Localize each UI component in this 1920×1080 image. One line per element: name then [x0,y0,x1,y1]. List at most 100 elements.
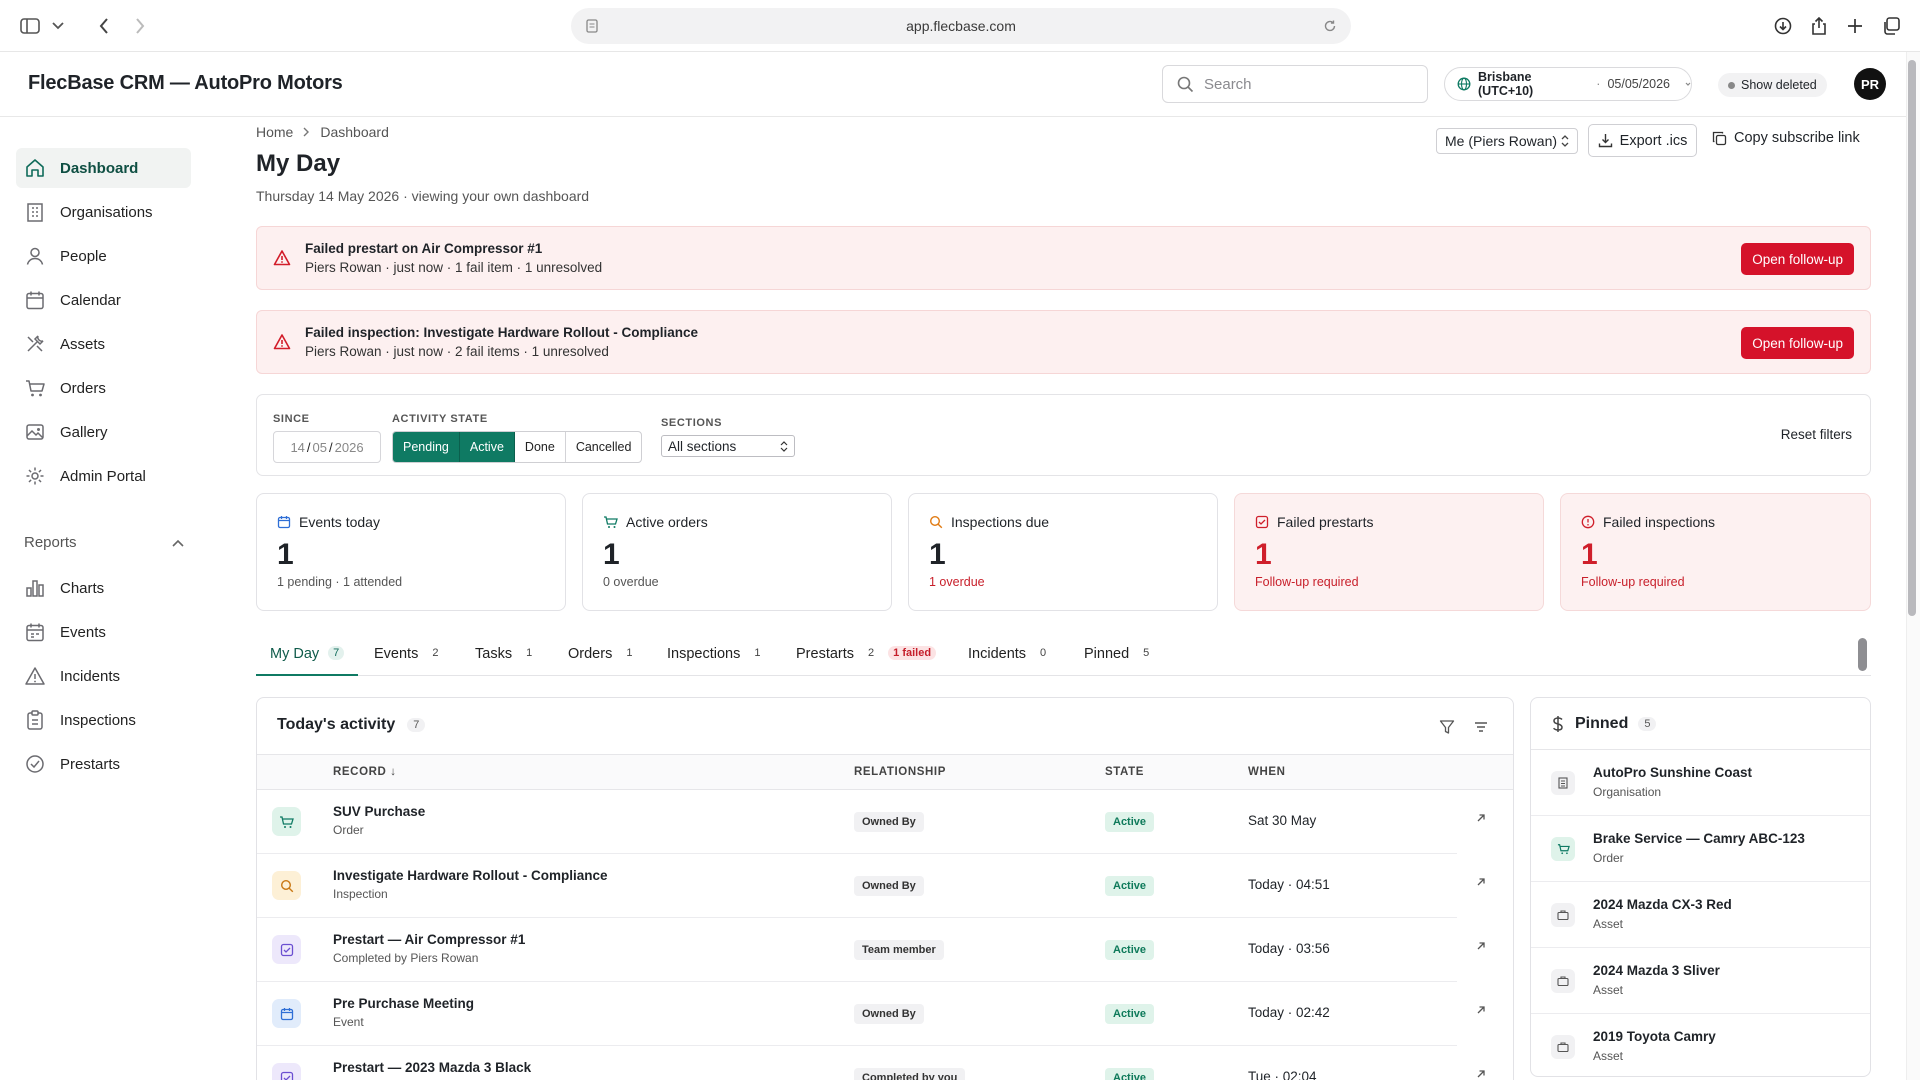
sidebar-item-admin-portal[interactable]: Admin Portal [16,456,191,496]
reports-section-toggle[interactable]: Reports [24,534,184,551]
table-row[interactable]: Pre Purchase Meeting Event Owned By Acti… [257,982,1457,1046]
warning-icon [273,249,291,267]
sidebar-item-people[interactable]: People [16,236,191,276]
since-date-input[interactable]: 14/05/2026 [273,431,381,463]
sidebar-item-charts[interactable]: Charts [16,568,191,608]
open-follow-up-button[interactable]: Open follow-up [1741,327,1854,359]
sidebar-item-inspections[interactable]: Inspections [16,700,191,740]
table-row[interactable]: Investigate Hardware Rollout - Complianc… [257,854,1457,918]
sidebar-item-assets[interactable]: Assets [16,324,191,364]
list-item[interactable]: 2019 Toyota Camry Asset [1531,1014,1870,1076]
stat-value: 1 [603,538,620,571]
col-relationship[interactable]: RELATIONSHIP [854,766,946,778]
list-item[interactable]: Brake Service — Camry ABC-123 Order [1531,816,1870,882]
tab-incidents[interactable]: Incidents 0 [968,636,1051,676]
stat-card-failed-inspections[interactable]: Failed inspections 1 Follow-up required [1560,493,1871,611]
chevron-down-icon[interactable] [50,12,66,40]
table-row[interactable]: Prestart — 2023 Mazda 3 Black Completed … [257,1046,1457,1080]
state-pending-button[interactable]: Pending [393,432,460,462]
stat-value: 1 [1255,538,1272,571]
avatar[interactable]: PR [1854,68,1886,100]
row-when: Today · 03:56 [1248,941,1330,956]
tab-tasks[interactable]: Tasks 1 [475,636,537,676]
alert-detail: Piers Rowan · just now · 2 fail items · … [305,344,609,359]
relationship-badge: Team member [854,940,944,960]
sidebar-item-incidents[interactable]: Incidents [16,656,191,696]
sidebar-item-prestarts[interactable]: Prestarts [16,744,191,784]
row-sub: Inspection [333,887,388,901]
tab-inspections[interactable]: Inspections 1 [667,636,765,676]
tab-my-day[interactable]: My Day 7 [256,636,359,676]
stat-card-active-orders[interactable]: Active orders 1 0 overdue [582,493,892,611]
sidebar-item-label: Organisations [60,203,153,221]
sidebar-item-events[interactable]: Events [16,612,191,652]
tab-prestarts[interactable]: Prestarts 2 1 failed [796,636,937,676]
sidebar-item-calendar[interactable]: Calendar [16,280,191,320]
table-row[interactable]: SUV Purchase Order Owned By Active Sat 3… [257,790,1457,854]
stat-card-failed-prestarts[interactable]: Failed prestarts 1 Follow-up required [1234,493,1544,611]
user-select[interactable]: Me (Piers Rowan) [1436,128,1578,154]
reload-icon[interactable] [1323,19,1337,33]
sidebar-item-gallery[interactable]: Gallery [16,412,191,452]
row-title: Pre Purchase Meeting [333,996,475,1011]
show-deleted-toggle[interactable]: Show deleted [1718,73,1827,97]
open-external-icon[interactable] [1476,1069,1486,1079]
reset-filters-button[interactable]: Reset filters [1781,427,1852,442]
row-when: Today · 04:51 [1248,877,1330,892]
stat-sub: 1 pending · 1 attended [277,575,403,589]
sidebar-item-dashboard[interactable]: Dashboard [16,148,191,188]
sidebar-item-organisations[interactable]: Organisations [16,192,191,232]
url-bar[interactable]: app.flecbase.com [571,8,1351,44]
open-external-icon[interactable] [1476,877,1486,887]
back-icon[interactable] [94,12,114,40]
sidebar-item-label: Inspections [60,711,136,729]
sections-select[interactable]: All sections [661,435,795,457]
forward-icon[interactable] [130,12,150,40]
tab-count: 1 [626,647,633,659]
open-follow-up-button[interactable]: Open follow-up [1741,243,1854,275]
col-record-label: RECORD [333,766,387,778]
stat-label: Events today [299,514,380,530]
tabs-overview-icon[interactable] [1880,12,1902,40]
tab-pinned[interactable]: Pinned 5 [1084,636,1154,676]
row-title: Prestart — 2023 Mazda 3 Black [333,1060,532,1075]
row-when: Sat 30 May [1248,813,1317,828]
state-cancelled-button[interactable]: Cancelled [566,432,642,462]
list-item[interactable]: 2024 Mazda 3 Sliver Asset [1531,948,1870,1014]
tab-events[interactable]: Events 2 [374,636,443,676]
sidebar-item-label: Gallery [60,423,108,441]
copy-subscribe-link-button[interactable]: Copy subscribe link [1712,130,1860,146]
tab-orders[interactable]: Orders 1 [568,636,637,676]
list-item[interactable]: AutoPro Sunshine Coast Organisation [1531,750,1870,816]
download-icon[interactable] [1772,12,1794,40]
breadcrumb-home[interactable]: Home [256,124,293,140]
tabs-scrollbar[interactable] [1858,638,1867,671]
brand-title: FlecBase CRM — AutoPro Motors [28,72,343,94]
page-scrollbar-thumb[interactable] [1908,60,1916,616]
state-done-button[interactable]: Done [515,432,566,462]
table-row[interactable]: Prestart — Air Compressor #1 Completed b… [257,918,1457,982]
stat-value: 1 [1581,538,1598,571]
timezone-selector[interactable]: Brisbane (UTC+10) · 05/05/2026 [1444,67,1692,101]
new-tab-icon[interactable] [1844,12,1866,40]
sort-lines-icon[interactable] [1473,719,1489,735]
share-icon[interactable] [1808,12,1830,40]
list-item[interactable]: 2024 Mazda CX-3 Red Asset [1531,882,1870,948]
state-active-button[interactable]: Active [459,432,515,462]
col-record[interactable]: RECORD ↓ [333,766,397,778]
search-input[interactable]: Search [1162,65,1428,103]
open-external-icon[interactable] [1476,813,1486,823]
filter-icon[interactable] [1439,719,1455,735]
stat-card-inspections-due[interactable]: Inspections due 1 1 overdue [908,493,1218,611]
alert-failed-prestart: Failed prestart on Air Compressor #1 Pie… [256,226,1871,290]
export-ics-button[interactable]: Export .ics [1588,124,1697,157]
sidebar-toggle-icon[interactable] [18,12,42,40]
sidebar-item-orders[interactable]: Orders [16,368,191,408]
col-when[interactable]: WHEN [1248,766,1286,778]
stat-label: Failed inspections [1603,514,1716,530]
open-external-icon[interactable] [1476,1005,1486,1015]
open-external-icon[interactable] [1476,941,1486,951]
stat-card-events-today[interactable]: Events today 1 1 pending · 1 attended [256,493,566,611]
user-icon [24,245,46,267]
col-state[interactable]: STATE [1105,766,1144,778]
